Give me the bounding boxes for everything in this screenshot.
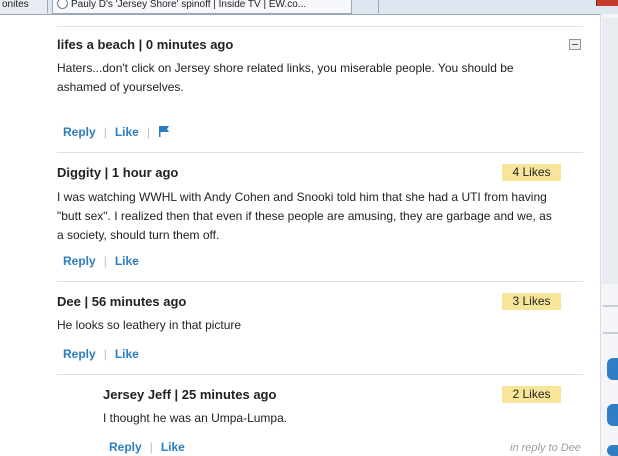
action-separator: | <box>146 125 150 139</box>
in-reply-to-link[interactable]: in reply to Dee <box>510 442 581 454</box>
likes-badge: 3 Likes <box>502 293 561 310</box>
comment-divider <box>57 281 583 282</box>
side-divider <box>603 305 618 307</box>
tab-title: onites <box>2 0 29 10</box>
comments-list: lifes a beach | 0 minutes ago Haters...d… <box>0 14 600 456</box>
collapse-icon[interactable] <box>569 39 581 50</box>
comment-text: I thought he was an Umpa-Lumpa. <box>103 411 288 425</box>
close-window-icon[interactable] <box>596 0 618 6</box>
new-tab-button[interactable] <box>356 0 379 13</box>
comment-text: He looks so leathery in that picture <box>57 318 242 332</box>
tab-title: Pauly D's 'Jersey Shore' spinoff | Insid… <box>71 0 307 10</box>
comment-author: lifes a beach | 0 minutes ago <box>57 37 234 52</box>
comment-divider <box>57 26 583 27</box>
reply-button[interactable]: Reply <box>63 254 96 268</box>
side-widget-icon[interactable] <box>607 358 618 380</box>
reply-button[interactable]: Reply <box>109 440 142 454</box>
scrollbar-thumb[interactable] <box>602 18 618 284</box>
comment-divider <box>57 374 583 375</box>
like-button[interactable]: Like <box>115 347 139 361</box>
comment-actions: Reply | Like <box>63 347 139 361</box>
comment-actions: Reply | Like <box>109 440 185 454</box>
action-separator: | <box>103 254 107 268</box>
side-widget-icon[interactable] <box>607 445 618 456</box>
like-button[interactable]: Like <box>115 125 139 139</box>
action-separator: | <box>103 125 107 139</box>
globe-icon <box>57 0 68 9</box>
comment-text: I was watching WWHL with Andy Cohen and … <box>57 190 552 242</box>
comment-text: Haters...don't click on Jersey shore rel… <box>57 61 514 94</box>
browser-tab-favorites[interactable]: onites <box>0 0 48 13</box>
browser-tab-active[interactable]: Pauly D's 'Jersey Shore' spinoff | Insid… <box>52 0 352 14</box>
like-button[interactable]: Like <box>161 440 185 454</box>
flag-icon[interactable] <box>158 125 170 140</box>
comment-author: Diggity | 1 hour ago <box>57 165 179 180</box>
comment-divider <box>57 152 583 153</box>
like-button[interactable]: Like <box>115 254 139 268</box>
side-widget-icon[interactable] <box>607 404 618 426</box>
comment-actions: Reply | Like <box>63 254 139 268</box>
reply-button[interactable]: Reply <box>63 125 96 139</box>
comment-author: Jersey Jeff | 25 minutes ago <box>103 387 277 402</box>
side-divider <box>603 332 618 334</box>
reply-button[interactable]: Reply <box>63 347 96 361</box>
comment-author: Dee | 56 minutes ago <box>57 294 187 309</box>
action-separator: | <box>103 347 107 361</box>
comment-actions: Reply | Like | <box>63 125 170 140</box>
likes-badge: 4 Likes <box>502 164 561 181</box>
browser-tab-strip: onites Pauly D's 'Jersey Shore' spinoff … <box>0 0 618 15</box>
action-separator: | <box>149 440 153 454</box>
likes-badge: 2 Likes <box>502 386 561 403</box>
